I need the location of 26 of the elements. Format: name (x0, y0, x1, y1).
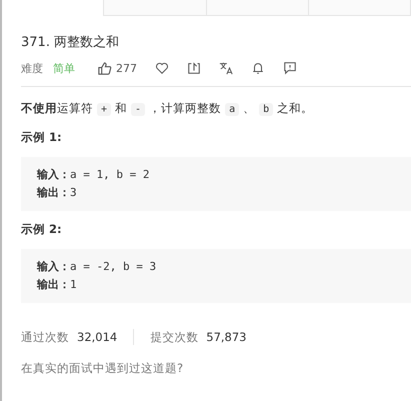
example-value: a = -2, b = 3 (70, 260, 156, 273)
problem-title: 371. 两整数之和 (21, 34, 120, 51)
example-value: 3 (70, 186, 77, 199)
stat-label: 提交次数 (150, 330, 198, 344)
like-count: 277 (116, 62, 137, 74)
stat-value: 57,873 (206, 330, 246, 344)
stat-value: 32,014 (77, 330, 118, 344)
example-label: 输出： (37, 278, 70, 291)
difficulty-label: 难度 (21, 60, 43, 76)
heart-icon[interactable] (155, 61, 169, 75)
example-label: 输入： (37, 168, 70, 181)
question-text: 在真实的面试中遇到过这道题? (21, 361, 184, 376)
example-heading: 示例 1: (21, 130, 63, 145)
stat-label: 通过次数 (21, 330, 69, 344)
thumbs-up-icon[interactable] (97, 60, 112, 76)
share-icon[interactable] (187, 61, 201, 75)
difficulty-value: 简单 (53, 60, 75, 76)
example-label: 输出： (37, 186, 70, 199)
example-heading: 示例 2: (21, 222, 63, 237)
problem-description: 不使用运算符 + 和 - ，计算两整数 a 、 b 之和。 (21, 100, 314, 118)
example-value: a = 1, b = 2 (70, 168, 150, 181)
bell-icon[interactable] (251, 61, 265, 75)
example-label: 输入： (37, 260, 70, 273)
example-value: 1 (70, 278, 77, 291)
translate-icon[interactable] (219, 61, 233, 75)
feedback-icon[interactable] (283, 61, 297, 75)
